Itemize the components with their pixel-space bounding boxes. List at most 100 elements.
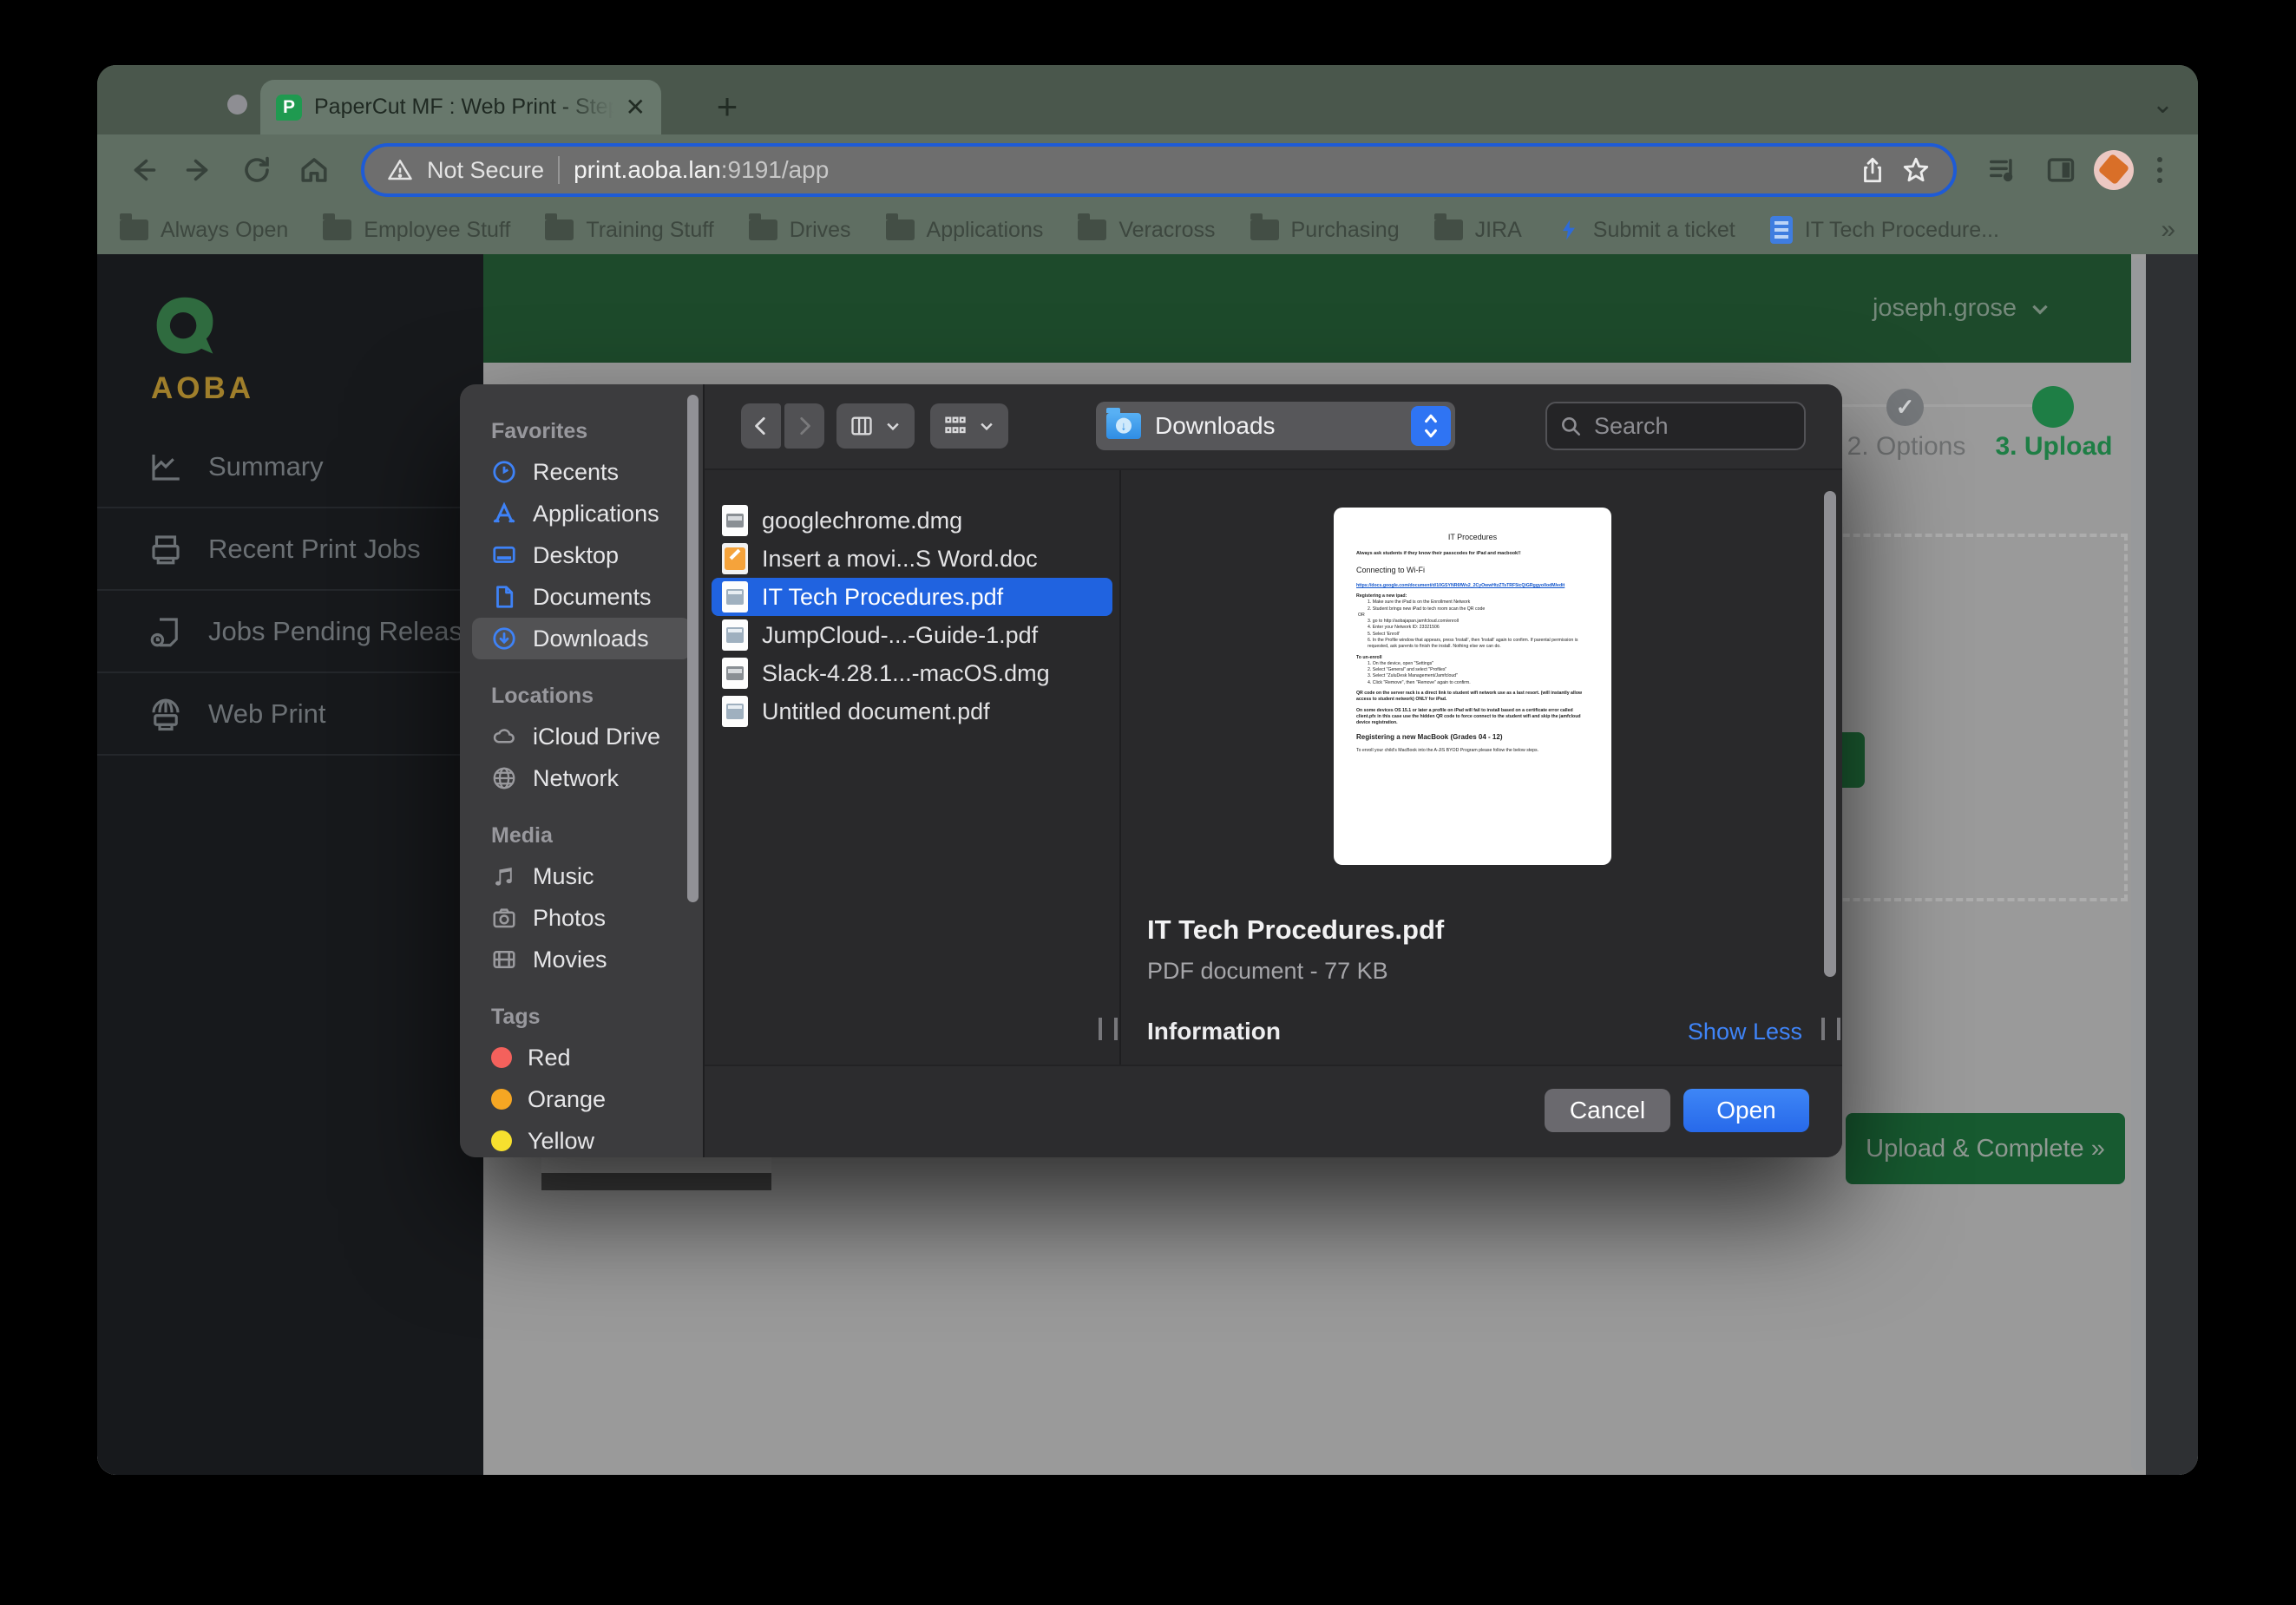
browser-tab[interactable]: P PaperCut MF : Web Print - Step ✕: [260, 80, 661, 134]
file-open-dialog: Favorites Recents Applications Desktop: [460, 384, 1842, 1157]
search-input[interactable]: [1592, 412, 1769, 441]
sidebar-item-icloud[interactable]: iCloud Drive: [472, 716, 691, 757]
grouping-icon: [943, 414, 968, 438]
bookmark-star-icon[interactable]: [1901, 155, 1931, 185]
app-sidebar: AOBA Summary Recent Print Jobs Jobs Pend…: [97, 254, 483, 1475]
reload-icon[interactable]: [233, 146, 281, 194]
bookmark-folder[interactable]: Always Open: [120, 218, 288, 243]
bookmark-folder[interactable]: Drives: [749, 218, 851, 243]
username[interactable]: joseph.grose: [1873, 294, 2017, 323]
music-icon: [491, 863, 517, 889]
thumbnail-line: On some devices OS 15.1 or later a profi…: [1356, 708, 1589, 727]
chevron-down-icon: [884, 417, 902, 435]
bookmark-folder[interactable]: Employee Stuff: [323, 218, 510, 243]
pdf-file-icon: [722, 581, 748, 613]
drag-drop-zone[interactable]: [1822, 534, 2128, 901]
finder-main: Downloads googlechrome.dmg: [703, 384, 1842, 1157]
user-menu-chevron-icon[interactable]: [2029, 298, 2051, 320]
sidebar-item-recents[interactable]: Recents: [472, 451, 691, 493]
security-label[interactable]: Not Secure: [427, 157, 544, 184]
step-upload-circle: [2032, 386, 2074, 428]
upload-complete-button[interactable]: Upload & Complete »: [1846, 1113, 2125, 1184]
profile-avatar[interactable]: [2094, 150, 2134, 190]
share-icon[interactable]: [1858, 155, 1887, 185]
location-dropdown[interactable]: Downloads: [1096, 402, 1455, 450]
lightning-icon: [1557, 217, 1581, 243]
group-by-button[interactable]: [930, 403, 1008, 449]
browser-menu-icon[interactable]: [2142, 157, 2177, 183]
aoba-logo: AOBA: [151, 294, 254, 406]
bookmark-folder[interactable]: Training Stuff: [545, 218, 713, 243]
omnibox-divider: [558, 156, 560, 184]
step-upload-label: 3. Upload: [1989, 432, 2119, 462]
open-button[interactable]: Open: [1683, 1089, 1809, 1132]
downloads-icon: [491, 626, 517, 652]
app-header: joseph.grose: [483, 254, 2131, 363]
tab-search-chevron-icon[interactable]: ⌄: [2152, 89, 2174, 120]
media-controls-icon[interactable]: [1979, 146, 2028, 194]
bookmark-folder[interactable]: JIRA: [1434, 218, 1522, 243]
show-less-link[interactable]: Show Less: [1688, 1019, 1802, 1045]
close-tab-icon[interactable]: ✕: [626, 95, 646, 120]
back-button[interactable]: [741, 403, 781, 449]
sidebar-item-network[interactable]: Network: [472, 757, 691, 799]
chart-icon: [148, 449, 184, 485]
information-label: Information: [1147, 1018, 1281, 1045]
steps-connector: [1840, 404, 2057, 407]
bookmark-folder[interactable]: Applications: [886, 218, 1044, 243]
forward-button[interactable]: [784, 403, 824, 449]
desktop-icon: [491, 542, 517, 568]
url-text[interactable]: print.aoba.lan:9191/app: [574, 156, 829, 184]
tab-strip: P PaperCut MF : Web Print - Step ✕ + ⌄: [97, 65, 2198, 134]
file-row-selected[interactable]: IT Tech Procedures.pdf: [712, 578, 1112, 616]
bookmarks-overflow-icon[interactable]: »: [2161, 215, 2175, 245]
sidebar-item-photos[interactable]: Photos: [472, 897, 691, 939]
file-row[interactable]: Untitled document.pdf: [712, 692, 1112, 730]
sidebar-item-movies[interactable]: Movies: [472, 939, 691, 980]
nav-recent-print-jobs[interactable]: Recent Print Jobs: [97, 508, 483, 591]
sidebar-item-downloads[interactable]: Downloads: [472, 618, 691, 659]
preview-scrollbar[interactable]: [1824, 491, 1836, 977]
column-resize-handle[interactable]: [1099, 1018, 1118, 1040]
sidebar-scrollbar[interactable]: [687, 395, 699, 902]
bookmark-folder[interactable]: Purchasing: [1250, 218, 1400, 243]
file-row[interactable]: googlechrome.dmg: [712, 501, 1112, 540]
forward-icon[interactable]: [175, 146, 224, 194]
document-icon: [1770, 216, 1793, 244]
folder-icon: [545, 219, 574, 240]
sidebar-item-tag-red[interactable]: Red: [472, 1037, 691, 1078]
thumbnail-line: 4. Click "Remove", then "Remove" again t…: [1356, 680, 1589, 686]
sidebar-item-desktop[interactable]: Desktop: [472, 534, 691, 576]
new-tab-button[interactable]: +: [705, 84, 750, 129]
nav-summary[interactable]: Summary: [97, 426, 483, 508]
web-print-icon: [148, 696, 184, 732]
back-icon[interactable]: [118, 146, 167, 194]
preview-filename: IT Tech Procedures.pdf: [1147, 914, 1802, 946]
location-stepper-icon[interactable]: [1411, 406, 1451, 446]
file-row[interactable]: Insert a movi...S Word.doc: [712, 540, 1112, 578]
pane-resize-handle[interactable]: [1821, 1018, 1840, 1040]
thumbnail-line: Registering a new ipad:: [1356, 593, 1589, 599]
tags-header: Tags: [491, 1005, 703, 1030]
sidebar-item-applications[interactable]: Applications: [472, 493, 691, 534]
file-row[interactable]: Slack-4.28.1...-macOS.dmg: [712, 654, 1112, 692]
nav-web-print[interactable]: Web Print: [97, 673, 483, 756]
bookmark-it-procedures[interactable]: IT Tech Procedure...: [1770, 216, 1999, 244]
home-icon[interactable]: [290, 146, 338, 194]
bookmark-submit-ticket[interactable]: Submit a ticket: [1557, 217, 1735, 243]
red-tag-icon: [491, 1047, 512, 1068]
sidebar-item-documents[interactable]: Documents: [472, 576, 691, 618]
close-window-button[interactable]: [227, 95, 247, 115]
file-row[interactable]: JumpCloud-...-Guide-1.pdf: [712, 616, 1112, 654]
sidebar-item-music[interactable]: Music: [472, 855, 691, 897]
sidebar-item-tag-orange[interactable]: Orange: [472, 1078, 691, 1120]
bookmark-folder[interactable]: Veracross: [1078, 218, 1215, 243]
cancel-button[interactable]: Cancel: [1545, 1089, 1670, 1132]
view-mode-button[interactable]: [836, 403, 915, 449]
side-panel-icon[interactable]: [2037, 146, 2085, 194]
search-field[interactable]: [1545, 402, 1806, 450]
address-bar[interactable]: Not Secure print.aoba.lan:9191/app: [361, 143, 1957, 197]
nav-jobs-pending-release[interactable]: Jobs Pending Release: [97, 591, 483, 673]
page-scrollbar[interactable]: [2131, 258, 2146, 1471]
sidebar-item-tag-yellow[interactable]: Yellow: [472, 1120, 691, 1157]
